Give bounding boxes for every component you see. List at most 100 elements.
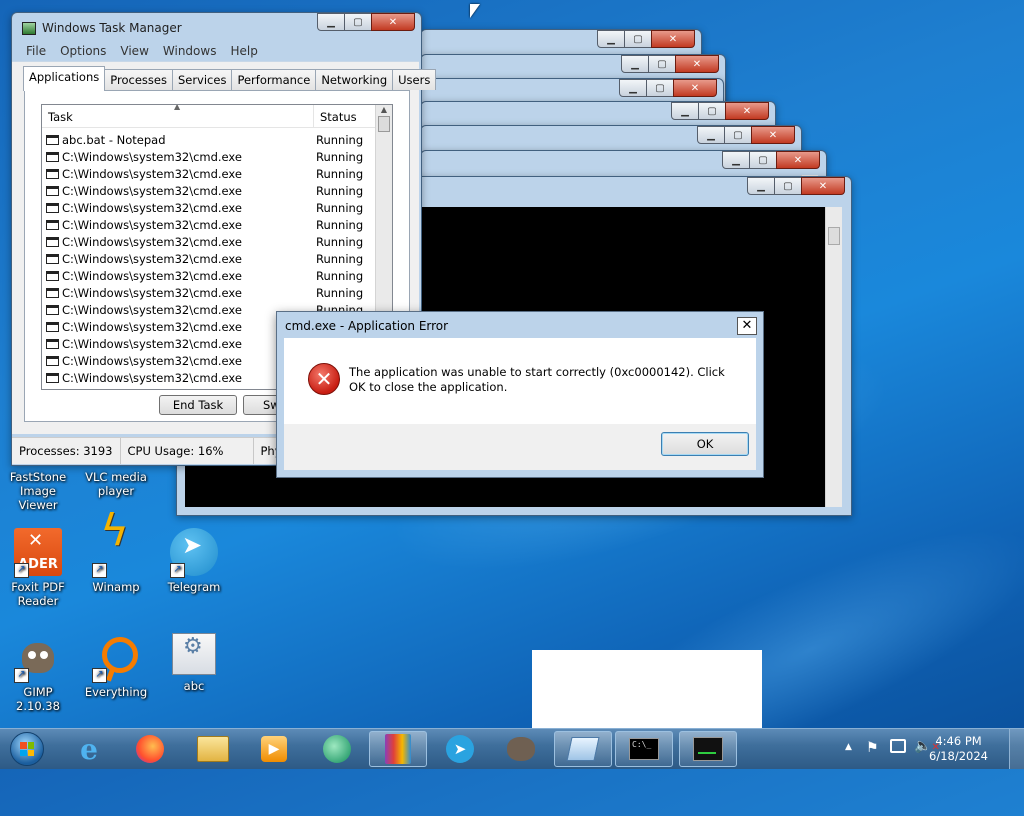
network-icon[interactable] (890, 739, 906, 753)
error-dialog[interactable]: cmd.exe - Application Error ✕ ✕ The appl… (276, 311, 764, 478)
menu-help[interactable]: Help (230, 44, 257, 58)
taskbar-telegram[interactable]: ➤ (431, 731, 489, 767)
foxit-label: Foxit PDF Reader (11, 580, 65, 608)
gimp-label: GIMP 2.10.38 (16, 685, 60, 713)
task-name: C:\Windows\system32\cmd.exe (62, 234, 242, 249)
shortcut-arrow-icon: ↗ (14, 563, 29, 578)
taskbar-task-manager[interactable] (679, 731, 737, 767)
taskbar: e ▶ ➤ C:\_ ▲ ⚑ 🔈✕ 4:46 PM 6/18/2024 (0, 728, 1024, 769)
tab-users[interactable]: Users (392, 69, 437, 90)
task-status: Running (316, 268, 364, 283)
desktop-icon-abc[interactable]: ⚙ abc (156, 633, 232, 693)
action-center-flag-icon[interactable]: ⚑ (866, 740, 879, 756)
console-small-icon (46, 355, 59, 366)
desktop-icon-faststone[interactable]: FastStone Image Viewer (0, 470, 76, 512)
table-row[interactable]: C:\Windows\system32\cmd.exe Running (46, 165, 376, 182)
table-row[interactable]: C:\Windows\system32\cmd.exe Running (46, 284, 376, 301)
close-button[interactable]: ✕ (371, 13, 415, 31)
table-row[interactable]: C:\Windows\system32\cmd.exe Running (46, 250, 376, 267)
desktop-icon-vlc[interactable]: VLC media player (78, 470, 154, 498)
taskbar-gimp[interactable] (492, 731, 550, 767)
dialog-footer: OK (284, 424, 756, 470)
end-task-button[interactable]: End Task (159, 395, 237, 415)
tab-performance[interactable]: Performance (231, 69, 317, 90)
table-row[interactable]: C:\Windows\system32\cmd.exe Running (46, 182, 376, 199)
task-status: Running (316, 285, 364, 300)
desktop-icon-telegram[interactable]: ➤ ↗ Telegram (156, 528, 232, 594)
show-hidden-icons-button[interactable]: ▲ (845, 742, 852, 752)
tab-services[interactable]: Services (171, 69, 233, 90)
everything-icon: ↗ (92, 633, 140, 683)
task-name: abc.bat - Notepad (62, 132, 166, 147)
table-row[interactable]: C:\Windows\system32\cmd.exe Running (46, 233, 376, 250)
table-row[interactable]: C:\Windows\system32\cmd.exe Running (46, 199, 376, 216)
task-status: Running (316, 234, 364, 249)
table-row[interactable]: C:\Windows\system32\cmd.exe Running (46, 216, 376, 233)
clock-date: 6/18/2024 (929, 749, 988, 763)
gimp-taskbar-icon (507, 737, 535, 761)
task-name: C:\Windows\system32\cmd.exe (62, 268, 242, 283)
notepad-icon (566, 737, 600, 761)
tab-applications[interactable]: Applications (23, 66, 106, 91)
start-button[interactable] (2, 731, 52, 767)
menu-bar: File Options View Windows Help (12, 41, 421, 61)
taskbar-firefox[interactable] (121, 731, 179, 767)
task-status: Running (316, 166, 364, 181)
console-scrollbar[interactable] (825, 207, 842, 507)
cmd-icon: C:\_ (629, 738, 659, 760)
console-small-icon (46, 270, 59, 281)
notepad-small-icon (46, 134, 59, 145)
show-desktop-button[interactable] (1009, 729, 1024, 769)
taskbar-media-player[interactable]: ▶ (245, 731, 303, 767)
maximize-button[interactable]: ▢ (344, 13, 372, 31)
winrar-icon (385, 734, 411, 764)
task-name: C:\Windows\system32\cmd.exe (62, 285, 242, 300)
telegram-taskbar-icon: ➤ (446, 735, 474, 763)
desktop-icon-winamp[interactable]: ϟ ↗ Winamp (78, 509, 154, 594)
task-name: C:\Windows\system32\cmd.exe (62, 336, 242, 351)
desktop-icon-everything[interactable]: ↗ Everything (78, 633, 154, 699)
foxit-icon: ADER ✕ ↗ (14, 528, 62, 578)
dialog-close-button[interactable]: ✕ (737, 317, 757, 335)
desktop-icon-gimp[interactable]: ↗ GIMP 2.10.38 (0, 633, 76, 713)
column-status[interactable]: Status (314, 105, 376, 127)
ok-button[interactable]: OK (661, 432, 749, 456)
minimize-button[interactable]: ▁ (317, 13, 345, 31)
telegram-icon: ➤ ↗ (170, 528, 218, 578)
taskbar-winrar[interactable] (369, 731, 427, 767)
desktop-icon-foxit[interactable]: ADER ✕ ↗ Foxit PDF Reader (0, 528, 76, 608)
console-small-icon (46, 253, 59, 264)
taskbar-green-app[interactable] (308, 731, 366, 767)
console-small-icon (46, 168, 59, 179)
dialog-body: ✕ The application was unable to start co… (284, 338, 756, 424)
dialog-title: cmd.exe - Application Error (285, 319, 449, 333)
task-name: C:\Windows\system32\cmd.exe (62, 149, 242, 164)
list-header: Task Status (42, 105, 376, 128)
winamp-label: Winamp (92, 580, 140, 594)
table-row[interactable]: C:\Windows\system32\cmd.exe Running (46, 267, 376, 284)
scroll-thumb[interactable] (378, 116, 390, 132)
menu-windows[interactable]: Windows (163, 44, 217, 58)
error-icon: ✕ (308, 363, 340, 395)
task-name: C:\Windows\system32\cmd.exe (62, 302, 242, 317)
shortcut-arrow-icon: ↗ (92, 563, 107, 578)
everything-label: Everything (84, 685, 148, 699)
menu-options[interactable]: Options (60, 44, 106, 58)
menu-view[interactable]: View (120, 44, 148, 58)
taskbar-cmd[interactable]: C:\_ (615, 731, 673, 767)
table-row[interactable]: C:\Windows\system32\cmd.exe Running (46, 148, 376, 165)
winamp-icon: ϟ ↗ (92, 509, 140, 578)
taskbar-notepad[interactable] (554, 731, 612, 767)
sort-arrow-icon: ▲ (174, 104, 181, 111)
taskbar-internet-explorer[interactable]: e (60, 731, 118, 767)
table-row[interactable]: abc.bat - Notepad Running (46, 131, 376, 148)
task-name: C:\Windows\system32\cmd.exe (62, 217, 242, 232)
tab-networking[interactable]: Networking (315, 69, 394, 90)
telegram-label: Telegram (167, 580, 221, 594)
clock[interactable]: 4:46 PM 6/18/2024 (929, 734, 988, 764)
menu-file[interactable]: File (26, 44, 46, 58)
tab-processes[interactable]: Processes (104, 69, 173, 90)
console-small-icon (46, 151, 59, 162)
taskbar-file-explorer[interactable] (184, 731, 242, 767)
folder-icon (197, 736, 229, 762)
